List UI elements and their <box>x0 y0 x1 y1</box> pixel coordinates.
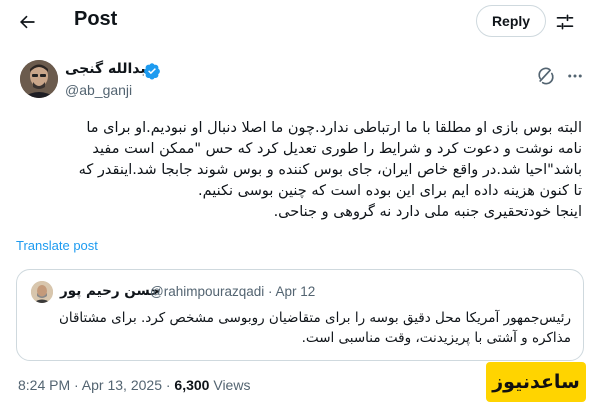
quoted-avatar <box>31 281 53 303</box>
verified-badge-icon <box>144 63 160 80</box>
top-bar: Post Reply <box>0 0 599 44</box>
tweet-line: تا کنون هزینه داده ایم برای این بوده است… <box>197 183 582 199</box>
views-label: Views <box>209 377 251 393</box>
arrow-left-icon <box>20 15 35 29</box>
tweet-text: البته بوس بازی او مطلقا با ما ارتباطی ند… <box>16 118 582 223</box>
avatar-image <box>20 60 58 98</box>
post-meta: 8:24 PM · Apr 13, 2025 · 6,300 Views <box>18 377 250 393</box>
watermark-logo: ساعدنیوز <box>486 362 586 402</box>
ellipsis-icon <box>568 74 582 78</box>
reply-button[interactable]: Reply <box>476 5 546 37</box>
page-title: Post <box>74 8 118 30</box>
post-timestamp[interactable]: 8:24 PM · Apr 13, 2025 · <box>18 377 174 393</box>
settings-button[interactable] <box>553 10 577 34</box>
quoted-line: رئیس‌جمهور آمریکا محل دقیق بوسه را برای … <box>58 310 571 326</box>
quoted-post[interactable]: حسن رحیم پور @rahimpourazqadi · Apr 12 ر… <box>16 269 584 361</box>
quoted-avatar-image <box>31 281 53 303</box>
watermark-text: ساعدنیوز <box>492 371 580 393</box>
tweet-line: البته بوس بازی او مطلقا با ما ارتباطی ند… <box>86 120 582 136</box>
views-count: 6,300 <box>174 377 210 393</box>
translate-post-link[interactable]: Translate post <box>16 238 98 253</box>
back-button[interactable] <box>14 10 40 34</box>
sliders-icon <box>556 14 574 30</box>
more-options-icon[interactable] <box>565 66 585 86</box>
tweet-line: باشد"احیا شد.در واقع خاص ایران، جای بوس … <box>78 162 582 178</box>
grok-icon[interactable] <box>536 66 556 86</box>
author-handle[interactable]: @ab_ganji <box>65 82 132 98</box>
quoted-line: مذاکره و آشتی با پریزیدنت، وقت مناسبی اس… <box>301 330 571 346</box>
quoted-author-name: حسن رحیم پور <box>60 283 160 299</box>
avatar[interactable] <box>20 60 58 98</box>
tweet-line: اینجا خودتحقیری جنبه ملی دارد نه گروهی و… <box>273 204 582 220</box>
tweet-line: نامه نوشت و دعوت کرد و شرایط را طوری تعد… <box>92 141 582 157</box>
quoted-author-handle: @rahimpourazqadi · Apr 12 <box>150 284 316 299</box>
quoted-text: رئیس‌جمهور آمریکا محل دقیق بوسه را برای … <box>29 308 571 348</box>
